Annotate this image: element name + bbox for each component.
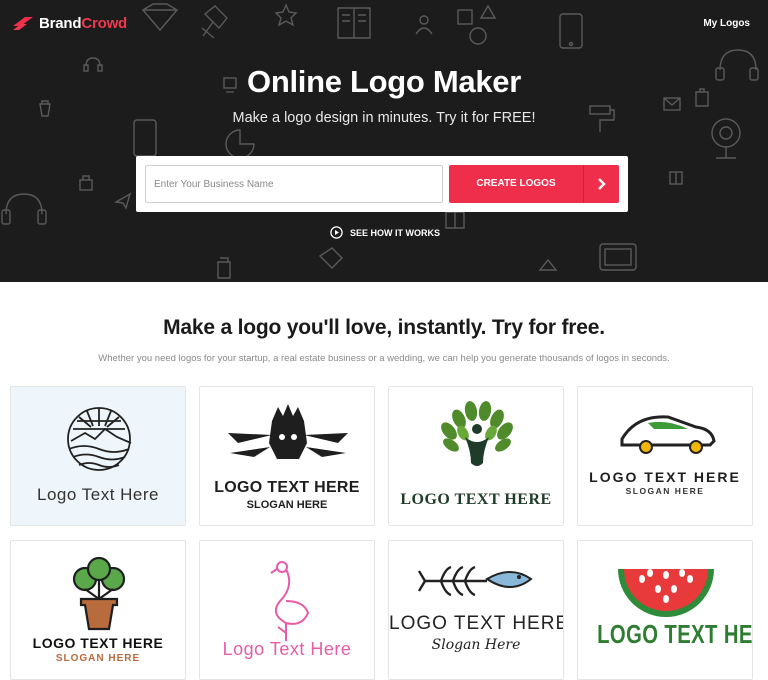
logo-text: LOGO TEXT HERE (214, 479, 360, 496)
create-logos-button[interactable]: CREATE LOGOS (449, 165, 619, 203)
page-title: Online Logo Maker (247, 64, 521, 99)
logo-card-tree-person[interactable]: LOGO TEXT HERE (388, 386, 564, 526)
hero-subtitle: Make a logo design in minutes. Try it fo… (232, 110, 536, 126)
logo-slogan: Slogan Here (431, 637, 521, 653)
watermelon-icon (618, 569, 714, 617)
brandcrowd-logo[interactable]: BrandCrowd (12, 14, 127, 32)
create-logos-label: CREATE LOGOS (476, 178, 556, 189)
logo-text: LOGO TEXT HERE (389, 613, 564, 634)
see-how-it-works-link[interactable]: SEE HOW IT WORKS (330, 226, 440, 239)
logo-search-panel: CREATE LOGOS (136, 156, 628, 212)
logo-card-plant[interactable]: LOGO TEXT HERE SLOGAN HERE (10, 540, 186, 680)
logo-slogan: SLOGAN HERE (55, 653, 141, 664)
logo-text: LOGO TEXT HERE (400, 491, 552, 508)
background-pattern-icon (1, 3, 759, 279)
logo-card-mountain[interactable]: Logo Text Here (10, 386, 186, 526)
hero-banner: BrandCrowd My Logos Online Logo Maker Ma… (0, 0, 768, 282)
play-icon (330, 226, 343, 239)
logo-text: LOGO TEXT HERE (597, 619, 753, 649)
section-subtitle: Whether you need logos for your startup,… (98, 353, 670, 364)
logo-text: Logo Text Here (37, 485, 159, 504)
my-logos-link[interactable]: My Logos (703, 18, 750, 29)
logo-card-car[interactable]: LOGO TEXT HERE SLOGAN HERE (577, 386, 753, 526)
section-title: Make a logo you'll love, instantly. Try … (163, 316, 605, 339)
logo-card-watermelon[interactable]: LOGO TEXT HERE (577, 540, 753, 680)
logo-text: LOGO TEXT HERE (32, 635, 164, 651)
see-how-label: SEE HOW IT WORKS (350, 227, 440, 238)
logo-text: Logo Text Here (222, 639, 352, 659)
logo-card-skull[interactable]: LOGO TEXT HERE SLOGAN HERE (199, 386, 375, 526)
brand-name: BrandCrowd (39, 14, 128, 32)
brand-mark-icon (13, 17, 33, 30)
logo-card-fishbone[interactable]: LOGO TEXT HERE Slogan Here (388, 540, 564, 680)
logo-text: LOGO TEXT HERE (589, 469, 741, 485)
business-name-input[interactable] (145, 165, 443, 203)
sports-car-icon (620, 415, 716, 454)
logo-slogan: SLOGAN HERE (246, 499, 328, 511)
logo-card-flamingo[interactable]: Logo Text Here (199, 540, 375, 680)
logo-slogan: SLOGAN HERE (625, 486, 705, 496)
chevron-right-icon (583, 165, 619, 203)
fishbone-icon (417, 565, 533, 597)
mountain-badge-icon (67, 407, 132, 471)
